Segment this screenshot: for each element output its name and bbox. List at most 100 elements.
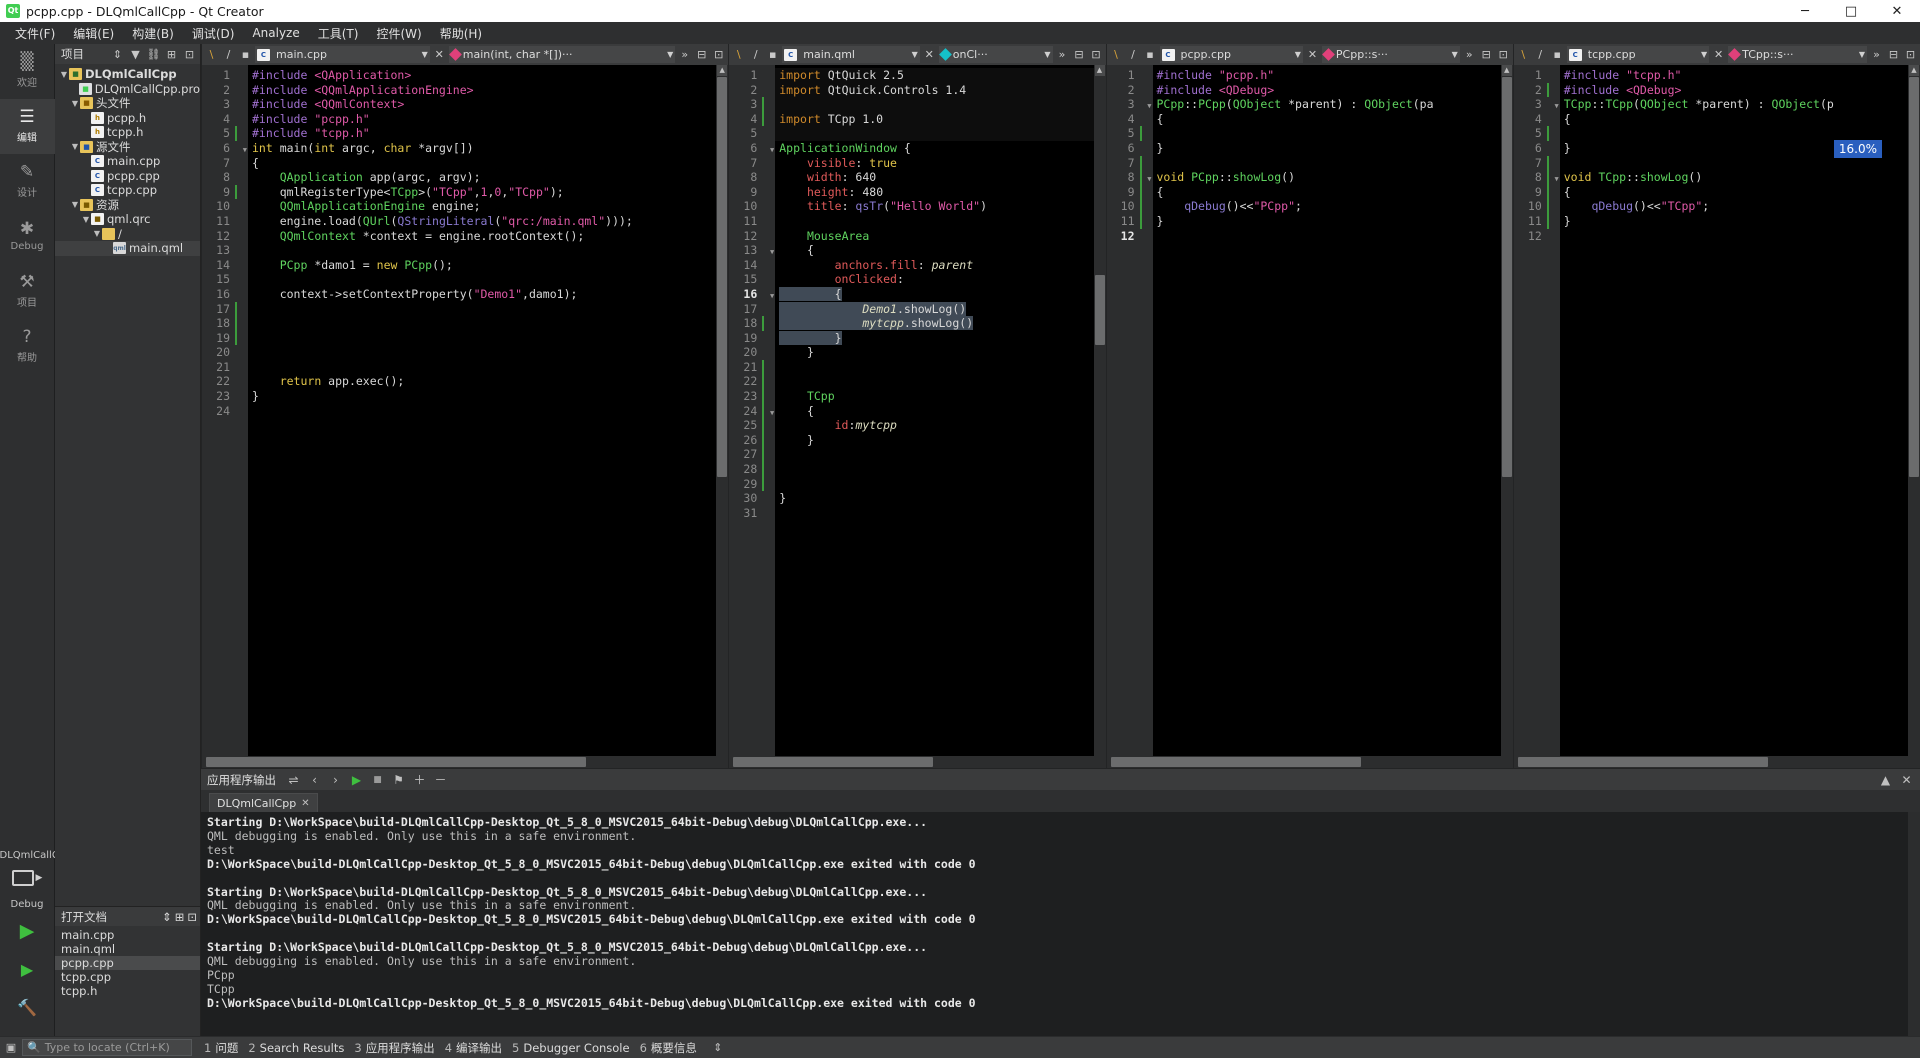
tree-item-资源[interactable]: ▼ ■ 资源	[55, 198, 200, 213]
minimize-button[interactable]: ─	[1782, 0, 1828, 22]
horizontal-scrollbar[interactable]	[202, 756, 729, 768]
close-split-icon[interactable]: ⊡	[711, 46, 726, 63]
open-doc-main.qml[interactable]: main.qml	[55, 942, 200, 956]
code-area-tcpp.cpp[interactable]: 1 2 3 ▼ 4 5 6 7 8 ▼ 9 10 11 12 #include "tcpp.h" #inclu…	[1513, 65, 1920, 756]
scrollbar-thumb[interactable]	[717, 77, 728, 477]
menu-item-0[interactable]: 文件(F)	[6, 23, 64, 44]
scrollbar-thumb[interactable]	[206, 757, 586, 767]
close-button[interactable]: ✕	[1874, 0, 1920, 22]
menu-item-2[interactable]: 构建(B)	[123, 23, 183, 44]
scrollbar-thumb[interactable]	[1909, 77, 1919, 477]
tree-item-头文件[interactable]: ▼ ■ 头文件	[55, 96, 200, 111]
fold-bar[interactable]	[234, 65, 248, 756]
run-icon[interactable]: ▶	[347, 771, 366, 789]
chevron-down-icon[interactable]: ▼	[1295, 50, 1301, 59]
chevron-down-icon[interactable]: ▼	[912, 50, 918, 59]
file-selector-tcpp.cpp[interactable]: Ctcpp.cpp ▼	[1566, 46, 1710, 63]
code-area-main.qml[interactable]: 1 2 3 4 5 6 ▼ 7 8 9 10 11 12 13 ▼ 14 15 16 ▼ 17 18 19 20 21 22 23…	[729, 65, 1106, 756]
menu-item-4[interactable]: Analyze	[243, 24, 308, 42]
sort-icon[interactable]: ⇕	[110, 48, 125, 61]
tree-item-pcpp.h[interactable]: h pcpp.h	[55, 111, 200, 126]
vertical-scrollbar[interactable]: ▲	[716, 65, 729, 756]
symbol-selector-main.qml[interactable]: onCl··· ▼	[938, 46, 1053, 63]
close-icon[interactable]: ⊡	[187, 910, 197, 924]
split-editor-icon[interactable]: ⊟	[1479, 46, 1494, 63]
bookmark-icon[interactable]: \	[1109, 46, 1124, 63]
tree-item-main.cpp[interactable]: Cmain.cpp	[55, 154, 200, 169]
chevron-down-icon[interactable]: ▼	[1701, 50, 1707, 59]
more-options-icon[interactable]: »	[677, 46, 692, 63]
tree-item-/[interactable]: ▼ /	[55, 227, 200, 242]
open-doc-tcpp.h[interactable]: tcpp.h	[55, 984, 200, 998]
fold-toggle-icon[interactable]: ▼	[1142, 172, 1151, 187]
project-tree[interactable]: ▼ ■ DLQmlCallCpp ■ DLQmlCallCpp.pro ▼ ■ 头文件 h pcp…	[55, 64, 200, 906]
fold-toggle-icon[interactable]: ▼	[764, 289, 774, 304]
output-scrollbar[interactable]	[1908, 812, 1920, 1036]
menu-item-7[interactable]: 帮助(H)	[431, 23, 491, 44]
file-selector-main.qml[interactable]: Cmain.qml ▼	[782, 46, 920, 63]
sort-icon[interactable]: ⇕	[162, 910, 172, 924]
chevron-down-icon[interactable]: ▼	[70, 142, 80, 151]
more-options-icon[interactable]: »	[1462, 46, 1477, 63]
mode-Debug[interactable]: ✱ Debug	[0, 209, 55, 264]
tree-item-pcpp.cpp[interactable]: Cpcpp.cpp	[55, 169, 200, 184]
menu-item-5[interactable]: 工具(T)	[309, 23, 368, 44]
next-icon[interactable]: ›	[326, 771, 345, 789]
build-button[interactable]: 🔨	[0, 988, 55, 1026]
filter-icon[interactable]: ▼	[128, 48, 143, 61]
status-tab-应用程序输出[interactable]: 3 应用程序输出	[354, 1040, 434, 1056]
prev-nav-icon[interactable]: /	[1126, 46, 1141, 63]
locator-input[interactable]: 🔍 Type to locate (Ctrl+K)	[22, 1039, 192, 1056]
more-options-icon[interactable]: »	[1869, 46, 1884, 63]
link-icon[interactable]: ⛓	[146, 48, 161, 61]
chevron-down-icon[interactable]: ▼	[70, 200, 80, 209]
fold-toggle-icon[interactable]: ▼	[1142, 99, 1151, 114]
tree-item-qml.qrc[interactable]: ▼ ■ qml.qrc	[55, 212, 200, 227]
fold-toggle-icon[interactable]: ▼	[237, 143, 247, 158]
bookmark-icon[interactable]: \	[731, 46, 746, 63]
horizontal-scrollbar[interactable]	[1106, 756, 1513, 768]
lock-icon[interactable]: ▪	[1550, 46, 1565, 63]
mode-帮助[interactable]: ? 帮助	[0, 319, 55, 374]
menu-item-3[interactable]: 调试(D)	[183, 23, 244, 44]
code-area-main.cpp[interactable]: 1 2 3 4 5 6 ▼ 7 8 9 10 11 12 13 14 15 16 17 18 19 20 21 22 23 24…	[202, 65, 729, 756]
close-icon[interactable]: ✕	[301, 798, 309, 809]
scroll-up-icon[interactable]: ▲	[1501, 65, 1512, 76]
chevron-down-icon[interactable]: ▼	[422, 50, 428, 59]
fold-toggle-icon[interactable]: ▼	[1549, 172, 1559, 187]
close-editor-icon[interactable]: ✕	[432, 46, 447, 63]
kit-buildconfig-label[interactable]: Debug	[0, 893, 55, 912]
symbol-selector-main.cpp[interactable]: main(int, char *[])··· ▼	[448, 46, 676, 63]
close-sidebar-icon[interactable]: ⊡	[182, 48, 197, 61]
vertical-scrollbar[interactable]: ▲	[1093, 65, 1106, 756]
open-doc-tcpp.cpp[interactable]: tcpp.cpp	[55, 970, 200, 984]
menu-item-1[interactable]: 编辑(E)	[64, 23, 123, 44]
fold-toggle-icon[interactable]: ▼	[764, 245, 774, 260]
fold-toggle-icon[interactable]: ▼	[1549, 99, 1559, 114]
chevron-down-icon[interactable]: ▼	[1859, 50, 1865, 59]
scroll-up-icon[interactable]: ▲	[1094, 65, 1105, 76]
close-split-icon[interactable]: ⊡	[1496, 46, 1511, 63]
zoom-out-icon[interactable]: －	[431, 771, 450, 789]
code-text[interactable]: #include "pcpp.h" #include <QDebug> PCpp::…	[1153, 65, 1501, 756]
symbol-selector-pcpp.cpp[interactable]: PCpp::s··· ▼	[1321, 46, 1460, 63]
status-tab-概要信息[interactable]: 6 概要信息	[640, 1040, 697, 1056]
updown-icon[interactable]: ⇕	[707, 1037, 729, 1058]
debug-button[interactable]: ▶	[0, 950, 55, 988]
status-tab-编译输出[interactable]: 4 编译输出	[445, 1040, 502, 1056]
prev-nav-icon[interactable]: /	[1533, 46, 1548, 63]
chevron-down-icon[interactable]: ▼	[1044, 50, 1050, 59]
split-icon[interactable]: ⊞	[164, 48, 179, 61]
desktop-icon[interactable]: ▶	[0, 863, 55, 893]
text-wrap-icon[interactable]: ⇌	[284, 771, 303, 789]
fold-toggle-icon[interactable]: ▼	[764, 406, 774, 421]
maximize-button[interactable]: □	[1828, 0, 1874, 22]
lock-icon[interactable]: ▪	[238, 46, 253, 63]
open-documents-list[interactable]: main.cpp main.qml pcpp.cpp tcpp.cpp tcpp.h	[55, 926, 200, 1036]
kit-project-label[interactable]: DLQmlCallCpp	[0, 844, 72, 863]
close-split-icon[interactable]: ⊡	[1089, 46, 1104, 63]
status-tab-Debugger Console[interactable]: 5 Debugger Console	[512, 1041, 630, 1055]
split-editor-icon[interactable]: ⊟	[1886, 46, 1901, 63]
code-text[interactable]: #include "tcpp.h" #include <QDebug> TCpp::…	[1560, 65, 1908, 756]
mode-设计[interactable]: ✎ 设计	[0, 154, 55, 209]
